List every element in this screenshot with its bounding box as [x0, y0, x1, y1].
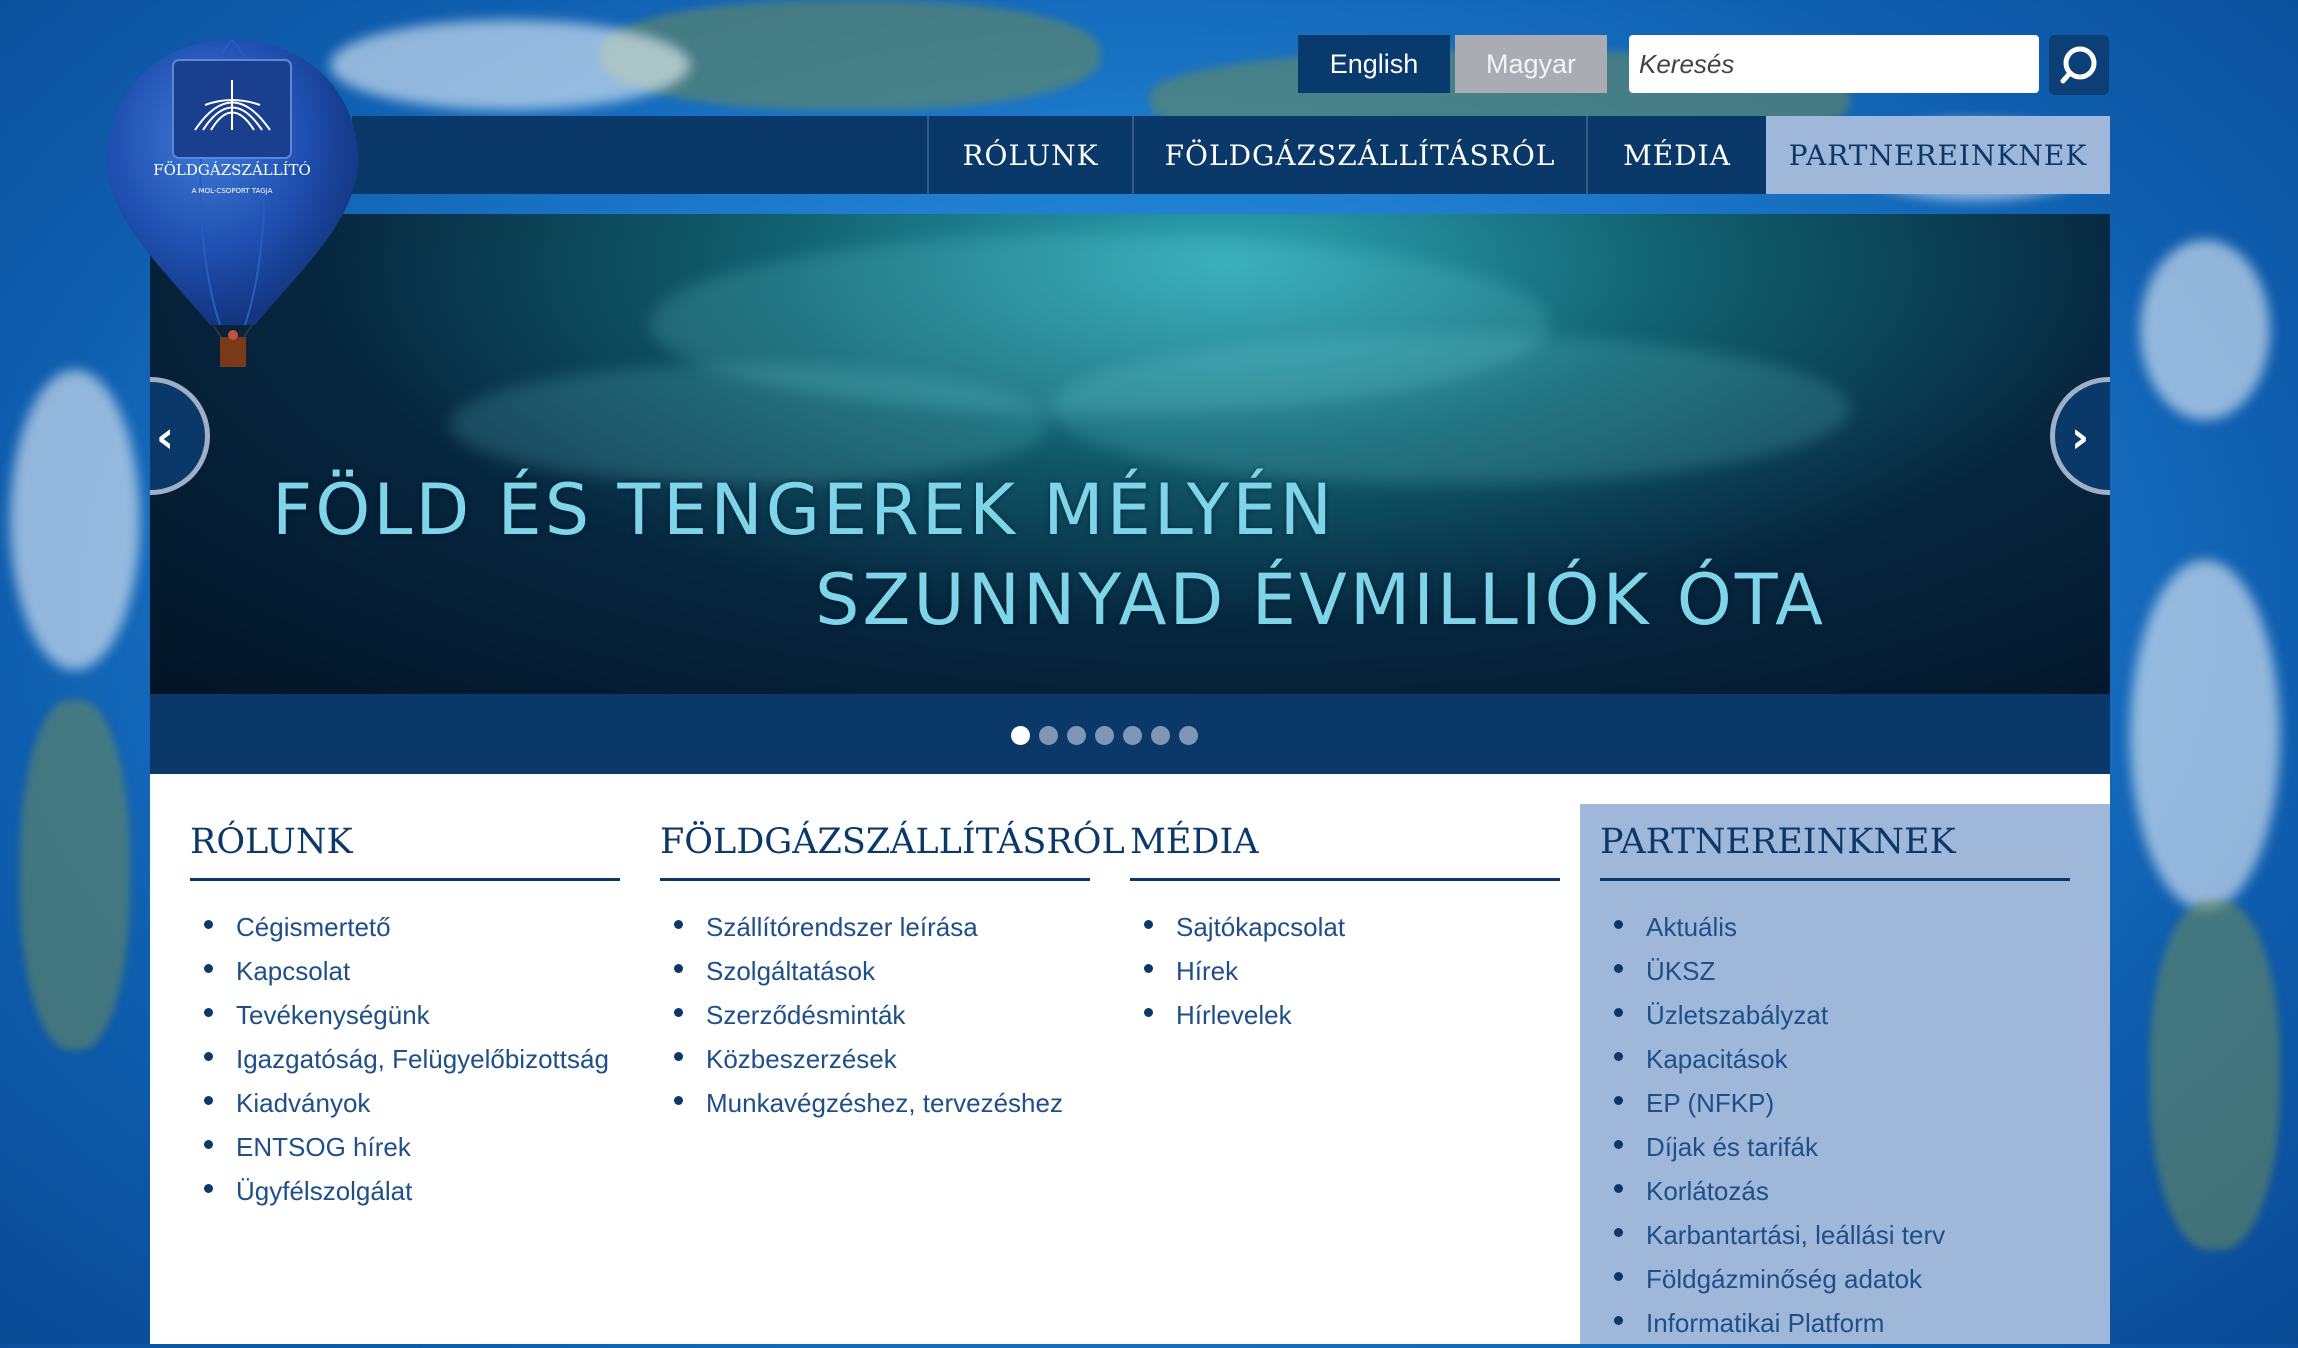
list-item[interactable]: Szállítórendszer leírása	[660, 908, 1063, 952]
slider-dot-1[interactable]	[1011, 726, 1030, 745]
list-item[interactable]: Korlátozás	[1600, 1172, 1945, 1216]
chevron-right-icon: ›	[2071, 412, 2090, 463]
nav-item-media[interactable]: MÉDIA	[1586, 116, 1766, 194]
list-item[interactable]: Kapcsolat	[190, 952, 609, 996]
list-partnereinknek: Aktuális ÜKSZ Üzletszabályzat Kapacitáso…	[1600, 908, 1945, 1348]
svg-text:FÖLDGÁZSZÁLLÍTÓ: FÖLDGÁZSZÁLLÍTÓ	[153, 161, 311, 179]
search-button[interactable]	[2049, 35, 2109, 95]
hot-air-balloon-logo-icon: FÖLDGÁZSZÁLLÍTÓ A MOL-CSOPORT TAGJA	[107, 39, 358, 367]
search-input[interactable]	[1629, 35, 2039, 93]
section-divider	[1600, 878, 2070, 881]
language-english-button[interactable]: English	[1298, 35, 1450, 93]
list-item[interactable]: Hírlevelek	[1130, 996, 1345, 1040]
slider-dot-3[interactable]	[1067, 726, 1086, 745]
list-item[interactable]: Aktuális	[1600, 908, 1945, 952]
section-title-foldgazszallitasrol: FÖLDGÁZSZÁLLÍTÁSRÓL	[660, 822, 1125, 862]
section-divider	[1130, 878, 1560, 881]
section-title-rolunk: RÓLUNK	[190, 822, 353, 862]
list-item[interactable]: Díjak és tarifák	[1600, 1128, 1945, 1172]
list-item[interactable]: ENTSOG hírek	[190, 1128, 609, 1172]
section-title-media: MÉDIA	[1130, 822, 1259, 862]
list-item[interactable]: Szolgáltatások	[660, 952, 1063, 996]
list-item[interactable]: Sajtókapcsolat	[1130, 908, 1345, 952]
svg-text:A MOL-CSOPORT TAGJA: A MOL-CSOPORT TAGJA	[192, 187, 273, 195]
nav-item-rolunk[interactable]: RÓLUNK	[927, 116, 1132, 194]
slide-headline-line-2: SZUNNYAD ÉVMILLIÓK ÓTA	[815, 559, 1827, 641]
chevron-left-icon: ‹	[156, 412, 175, 463]
nav-item-foldgazszallitasrol[interactable]: FÖLDGÁZSZÁLLÍTÁSRÓL	[1132, 116, 1586, 194]
list-item[interactable]: Igazgatóság, Felügyelőbizottság	[190, 1040, 609, 1084]
list-item[interactable]: Kapacitások	[1600, 1040, 1945, 1084]
list-item[interactable]: Tevékenységünk	[190, 996, 609, 1040]
language-magyar-button[interactable]: Magyar	[1455, 35, 1607, 93]
list-foldgazszallitasrol: Szállítórendszer leírása Szolgáltatások …	[660, 908, 1063, 1128]
slider-dot-5[interactable]	[1123, 726, 1142, 745]
search-icon	[2060, 46, 2097, 84]
list-item[interactable]: ÜKSZ	[1600, 952, 1945, 996]
slide-headline-line-1: FÖLD ÉS TENGEREK MÉLYÉN	[272, 469, 1335, 551]
list-item[interactable]: Közbeszerzések	[660, 1040, 1063, 1084]
list-item[interactable]: Cégismertető	[190, 908, 609, 952]
hero-slider: FÖLD ÉS TENGEREK MÉLYÉN SZUNNYAD ÉVMILLI…	[150, 214, 2110, 694]
list-item[interactable]: Karbantartási, leállási terv	[1600, 1216, 1945, 1260]
list-rolunk: Cégismertető Kapcsolat Tevékenységünk Ig…	[190, 908, 609, 1216]
list-item[interactable]: Informatikai Platform	[1600, 1304, 1945, 1348]
foldgazszallito-logo[interactable]: FÖLDGÁZSZÁLLÍTÓ A MOL-CSOPORT TAGJA	[105, 35, 360, 375]
list-media: Sajtókapcsolat Hírek Hírlevelek	[1130, 908, 1345, 1040]
section-title-partnereinknek: PARTNEREINKNEK	[1600, 822, 1956, 862]
list-item[interactable]: Ügyfélszolgálat	[190, 1172, 609, 1216]
slider-dot-7[interactable]	[1179, 726, 1198, 745]
section-divider	[660, 878, 1090, 881]
slider-dot-4[interactable]	[1095, 726, 1114, 745]
slider-dot-2[interactable]	[1039, 726, 1058, 745]
list-item[interactable]: Földgázminőség adatok	[1600, 1260, 1945, 1304]
list-item[interactable]: Munkavégzéshez, tervezéshez	[660, 1084, 1063, 1128]
list-item[interactable]: EP (NFKP)	[1600, 1084, 1945, 1128]
list-item[interactable]: Üzletszabályzat	[1600, 996, 1945, 1040]
list-item[interactable]: Hírek	[1130, 952, 1345, 996]
list-item[interactable]: Kiadványok	[190, 1084, 609, 1128]
nav-item-partnereinknek[interactable]: PARTNEREINKNEK	[1766, 116, 2110, 194]
list-item[interactable]: Szerződésminták	[660, 996, 1063, 1040]
section-divider	[190, 878, 620, 881]
slider-dot-6[interactable]	[1151, 726, 1170, 745]
